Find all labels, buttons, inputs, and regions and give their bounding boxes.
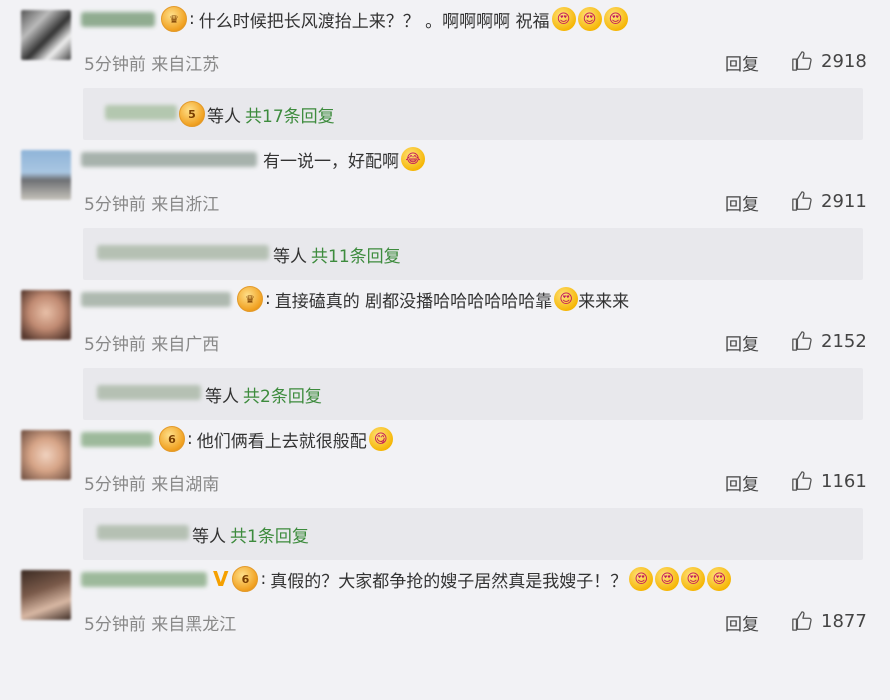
avatar[interactable] [21, 290, 71, 340]
fan-badge-icon: ♛ [237, 286, 263, 312]
emoji-heart-eyes-icon: 😍 [554, 287, 579, 311]
comment-item: V 6 : 真假的？大家都争抢的嫂子居然真是我嫂子！？ 😍 😍 😍 😍 5分钟前… [0, 560, 890, 700]
username[interactable] [81, 11, 155, 27]
reply-summary[interactable]: 等人 共1条回复 [83, 508, 863, 560]
reply-button[interactable]: 回复 [725, 330, 759, 355]
reply-etc: 等人 [192, 526, 226, 547]
like-button[interactable]: 2152 [791, 330, 867, 352]
avatar[interactable] [21, 150, 71, 200]
comment-text: 他们俩看上去就很般配 [196, 431, 367, 452]
comment-item: ♛ : 什么时候把长风渡抬上来？？ 。啊啊啊啊 祝福 😍 😍 😍 5分钟前 来自… [0, 0, 890, 140]
username[interactable] [81, 431, 153, 447]
colon-separator: : [260, 569, 267, 589]
thumbs-up-icon [792, 331, 812, 351]
emoji-laugh-cry-icon: 😂 [401, 147, 425, 171]
avatar[interactable] [21, 10, 71, 60]
reply-usernames [97, 525, 189, 540]
comment-text: 什么时候把长风渡抬上来？？ 。啊啊啊啊 祝福 [198, 11, 550, 32]
reply-count-link[interactable]: 共2条回复 [243, 382, 322, 407]
like-button[interactable]: 1161 [791, 470, 867, 492]
username[interactable] [81, 571, 207, 587]
like-count: 2152 [821, 330, 867, 352]
comment-item: 有一说一，好配啊 😂 5分钟前 来自浙江 回复 2911 等人 共11条回复 [0, 140, 890, 280]
reply-usernames [97, 245, 269, 260]
comment-meta: 5分钟前 来自江苏 [84, 55, 220, 75]
thumbs-up-icon [792, 471, 812, 491]
comment-meta: 5分钟前 来自浙江 [84, 195, 220, 215]
reply-count-link[interactable]: 共11条回复 [311, 242, 401, 267]
emoji-heart-eyes-icon: 😍 [551, 7, 576, 31]
comment-text: 真假的？大家都争抢的嫂子居然真是我嫂子！？ [270, 571, 628, 592]
like-button[interactable]: 2911 [791, 190, 867, 212]
reply-button[interactable]: 回复 [725, 50, 759, 75]
reply-usernames [97, 385, 201, 400]
comment-item: 6 : 他们俩看上去就很般配 😋 5分钟前 来自湖南 回复 1161 等人 共1… [0, 420, 890, 560]
fan-badge-icon: 6 [159, 426, 185, 452]
comment-meta: 5分钟前 来自黑龙江 [84, 615, 237, 635]
reply-button[interactable]: 回复 [725, 190, 759, 215]
thumbs-up-icon [792, 191, 812, 211]
verified-icon: V [213, 567, 229, 591]
reply-summary[interactable]: 等人 共11条回复 [83, 228, 863, 280]
reply-etc: 等人 [273, 246, 307, 267]
colon-separator: : [265, 289, 271, 309]
fan-badge-icon: 6 [232, 566, 259, 592]
reply-button[interactable]: 回复 [725, 470, 759, 495]
like-count: 1161 [821, 470, 867, 492]
colon-separator: : [187, 429, 193, 449]
reply-usernames [105, 105, 177, 120]
colon-separator: : [189, 9, 195, 29]
reply-etc: 等人 [205, 386, 239, 407]
emoji-drool-icon: 😋 [368, 427, 393, 451]
like-count: 2911 [821, 190, 867, 212]
fan-badge-icon: 5 [179, 101, 205, 127]
like-button[interactable]: 2918 [791, 50, 867, 72]
comment-meta: 5分钟前 来自湖南 [84, 475, 220, 495]
reply-button[interactable]: 回复 [725, 610, 759, 635]
emoji-heart-eyes-icon: 😍 [655, 567, 680, 591]
like-count: 2918 [821, 50, 867, 72]
avatar[interactable] [21, 570, 71, 620]
comment-list: ♛ : 什么时候把长风渡抬上来？？ 。啊啊啊啊 祝福 😍 😍 😍 5分钟前 来自… [0, 0, 890, 635]
emoji-heart-eyes-icon: 😍 [603, 7, 628, 31]
like-count: 1877 [821, 610, 867, 632]
reply-count-link[interactable]: 共1条回复 [230, 522, 309, 547]
comment-meta: 5分钟前 来自广西 [84, 335, 220, 355]
reply-summary[interactable]: 5 等人 共17条回复 [83, 88, 863, 140]
reply-etc: 等人 [207, 106, 241, 127]
avatar[interactable] [21, 430, 71, 480]
comment-item: ♛ : 直接磕真的 剧都没播哈哈哈哈哈哈靠 😍 来来来 5分钟前 来自广西 回复… [0, 280, 890, 420]
thumbs-up-icon [792, 51, 812, 71]
comment-text-tail: 来来来 [578, 291, 630, 312]
like-button[interactable]: 1877 [791, 610, 867, 632]
emoji-heart-eyes-icon: 😍 [629, 567, 654, 591]
emoji-heart-eyes-icon: 😍 [681, 567, 706, 591]
emoji-heart-eyes-icon: 😍 [577, 7, 602, 31]
username[interactable] [81, 151, 257, 167]
comment-text: 有一说一，好配啊 [263, 151, 399, 172]
fan-badge-icon: ♛ [161, 6, 187, 32]
emoji-heart-eyes-icon: 😍 [707, 567, 732, 591]
reply-count-link[interactable]: 共17条回复 [245, 102, 335, 127]
username[interactable] [81, 291, 231, 307]
reply-summary[interactable]: 等人 共2条回复 [83, 368, 863, 420]
comment-text: 直接磕真的 剧都没播哈哈哈哈哈哈靠 [274, 291, 553, 312]
thumbs-up-icon [792, 611, 812, 631]
